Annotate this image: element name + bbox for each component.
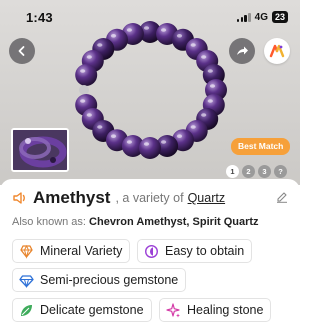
edit-icon[interactable] bbox=[276, 191, 288, 203]
page-dot[interactable]: 1 bbox=[226, 165, 239, 178]
chip-semi-precious[interactable]: Semi-precious gemstone bbox=[12, 268, 187, 292]
best-match-badge: Best Match bbox=[231, 138, 291, 155]
bead-highlight bbox=[207, 69, 213, 73]
bead-highlight bbox=[176, 134, 183, 138]
chip-label: Easy to obtain bbox=[165, 244, 245, 258]
app-logo-button[interactable] bbox=[264, 38, 290, 64]
amethyst-bead bbox=[75, 64, 98, 86]
bead-highlight bbox=[80, 99, 86, 103]
title-row: Amethyst , a variety of Quartz bbox=[12, 188, 292, 208]
share-arrow-icon bbox=[237, 46, 248, 55]
image-pager: 1 2 3 ? bbox=[226, 165, 287, 178]
bead-highlight bbox=[110, 134, 117, 138]
network-label: 4G bbox=[254, 11, 268, 23]
status-time: 1:43 bbox=[26, 10, 53, 25]
leaf-icon bbox=[21, 304, 32, 316]
bead-highlight bbox=[80, 69, 86, 73]
gem-icon bbox=[19, 274, 34, 288]
variety-prefix: , a variety of bbox=[115, 191, 184, 205]
battery-badge: 23 bbox=[271, 11, 288, 23]
variety-link[interactable]: Quartz bbox=[188, 191, 226, 205]
photo-thumbnail[interactable] bbox=[11, 128, 69, 172]
chip-easy-to-obtain[interactable]: Easy to obtain bbox=[137, 239, 253, 263]
page-dot[interactable]: 3 bbox=[258, 165, 271, 178]
gem-name: Amethyst bbox=[33, 188, 111, 207]
page-dot[interactable]: 2 bbox=[242, 165, 255, 178]
bead-highlight bbox=[97, 43, 103, 47]
bead-highlight bbox=[201, 55, 207, 59]
speaker-icon[interactable] bbox=[12, 191, 28, 205]
crystal-icon bbox=[20, 244, 33, 259]
bead-highlight bbox=[209, 84, 216, 88]
bead-highlight bbox=[86, 55, 92, 59]
bead-highlight bbox=[126, 140, 132, 144]
page-dot[interactable]: ? bbox=[274, 165, 287, 178]
also-known-as: Also known as: Chevron Amethyst, Spirit … bbox=[12, 216, 297, 228]
app-logo-icon bbox=[269, 44, 285, 58]
chevron-left-icon bbox=[18, 46, 25, 56]
aka-values: Chevron Amethyst, Spirit Quartz bbox=[89, 216, 259, 228]
gem-photo[interactable]: 1:43 4G 23 Best Match 1 2 3 ? bbox=[0, 0, 300, 185]
bead-highlight bbox=[201, 113, 207, 117]
chip-label: Mineral Variety bbox=[40, 244, 123, 258]
signal-icon bbox=[236, 12, 251, 22]
bead-highlight bbox=[143, 142, 150, 146]
moon-icon bbox=[144, 244, 159, 258]
bead-highlight bbox=[190, 43, 196, 47]
bead-highlight bbox=[97, 125, 103, 129]
status-bar: 1:43 4G 23 bbox=[0, 0, 300, 34]
back-button[interactable] bbox=[9, 38, 35, 64]
aka-label: Also known as: bbox=[12, 216, 86, 228]
chip-delicate-gemstone[interactable]: Delicate gemstone bbox=[12, 298, 152, 322]
chip-label: Healing stone bbox=[187, 303, 264, 317]
thumbnail-image bbox=[13, 130, 67, 170]
silver-spacer-bead bbox=[79, 85, 89, 95]
bead-highlight bbox=[190, 125, 196, 129]
share-button[interactable] bbox=[229, 38, 255, 64]
chip-label: Delicate gemstone bbox=[40, 303, 144, 317]
chip-healing-stone[interactable]: Healing stone bbox=[159, 298, 272, 322]
sparkle-icon bbox=[166, 302, 180, 317]
bead-highlight bbox=[161, 140, 167, 144]
gem-info-sheet: Amethyst , a variety of Quartz Also know… bbox=[0, 179, 300, 332]
bead-highlight bbox=[207, 99, 213, 103]
chip-mineral-variety[interactable]: Mineral Variety bbox=[12, 239, 131, 263]
chip-label: Semi-precious gemstone bbox=[40, 273, 179, 287]
bead-highlight bbox=[86, 113, 92, 117]
amethyst-bead bbox=[139, 137, 161, 159]
bead-highlight bbox=[176, 34, 183, 38]
bead-highlight bbox=[110, 34, 117, 38]
